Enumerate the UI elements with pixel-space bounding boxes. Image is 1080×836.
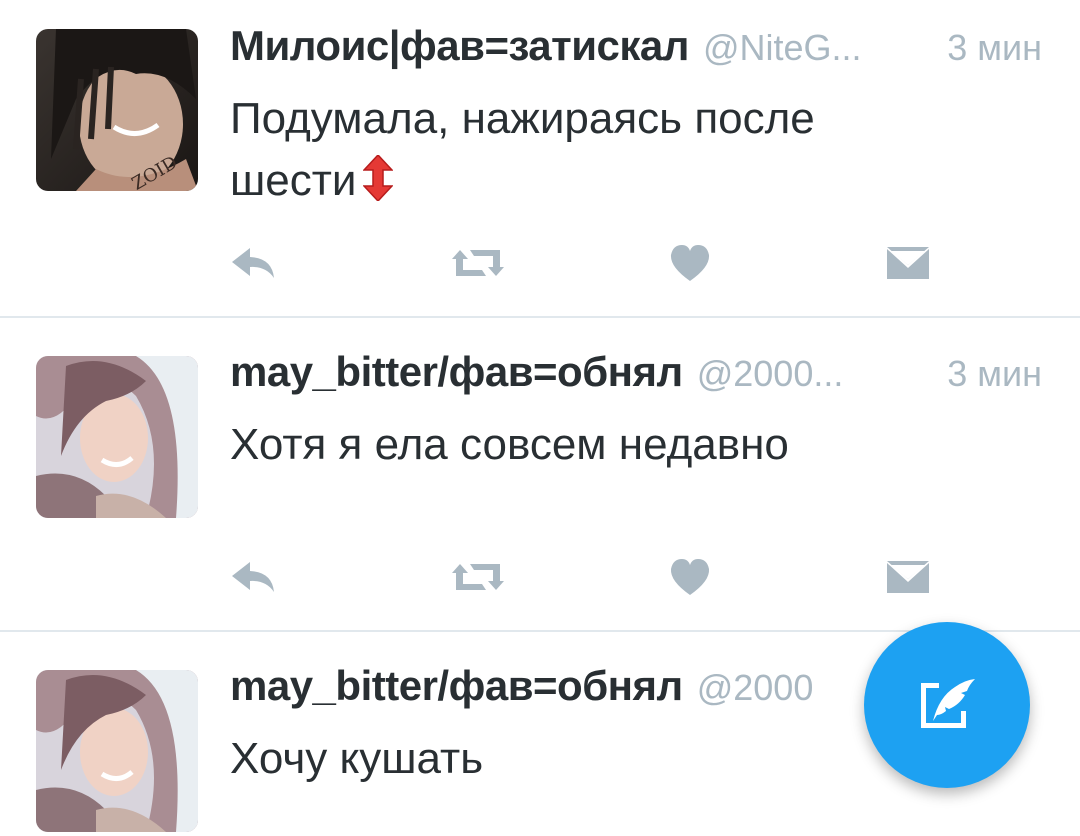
retweet-button[interactable]: [450, 552, 506, 602]
display-name[interactable]: may_bitter/фав=обнял: [230, 662, 683, 710]
reply-icon: [232, 562, 274, 592]
direct-message-icon: [887, 247, 929, 279]
retweet-icon: [452, 564, 504, 590]
username-handle[interactable]: @2000...: [697, 353, 918, 395]
timestamp[interactable]: 3 мин: [947, 353, 1042, 395]
username-handle[interactable]: @2000: [697, 667, 870, 709]
display-name[interactable]: may_bitter/фав=обнял: [230, 348, 683, 396]
timeline: ZOID Милоис|фав=затискал @NiteG... 3 мин…: [0, 0, 1080, 836]
tweet-text: Подумала, нажираясь после шести: [230, 88, 1010, 218]
reply-button[interactable]: [226, 238, 282, 288]
avatar[interactable]: [36, 356, 198, 518]
direct-message-button[interactable]: [880, 552, 936, 602]
reply-icon: [232, 248, 274, 278]
up-down-arrow-icon: [361, 153, 394, 218]
username-handle[interactable]: @NiteG...: [703, 27, 917, 69]
avatar[interactable]: ZOID: [36, 29, 198, 191]
like-button[interactable]: [662, 238, 718, 288]
tweet-text-line: Подумала, нажираясь после: [230, 94, 815, 143]
like-button[interactable]: [662, 552, 718, 602]
retweet-icon: [452, 250, 504, 276]
avatar[interactable]: [36, 670, 198, 832]
timestamp[interactable]: 3 мин: [947, 27, 1042, 69]
tweet-header: Милоис|фав=затискал @NiteG... 3 мин: [230, 22, 1042, 82]
tweet-text-line-with-emoji: шести: [230, 150, 1010, 218]
direct-message-button[interactable]: [880, 238, 936, 288]
tweet[interactable]: ZOID Милоис|фав=затискал @NiteG... 3 мин…: [0, 0, 1080, 318]
direct-message-icon: [887, 561, 929, 593]
compose-tweet-icon: [921, 679, 975, 728]
tweet-actions: [0, 552, 1080, 602]
tweet-text: Хотя я ела совсем недавно: [230, 414, 1010, 476]
tweet-text-line: Хотя я ела совсем недавно: [230, 420, 789, 469]
tweet-text-line: шести: [230, 156, 357, 205]
tweet[interactable]: may_bitter/фав=обнял @2000... 3 мин Хотя…: [0, 318, 1080, 630]
tweet-header: may_bitter/фав=обнял @2000... 3 мин: [230, 348, 1042, 408]
compose-tweet-button[interactable]: [864, 622, 1030, 788]
display-name[interactable]: Милоис|фав=затискал: [230, 22, 689, 70]
tweet-header: may_bitter/фав=обнял @2000: [230, 662, 870, 722]
tweet-actions: [0, 238, 1080, 288]
like-icon: [670, 245, 710, 281]
like-icon: [670, 559, 710, 595]
reply-button[interactable]: [226, 552, 282, 602]
retweet-button[interactable]: [450, 238, 506, 288]
